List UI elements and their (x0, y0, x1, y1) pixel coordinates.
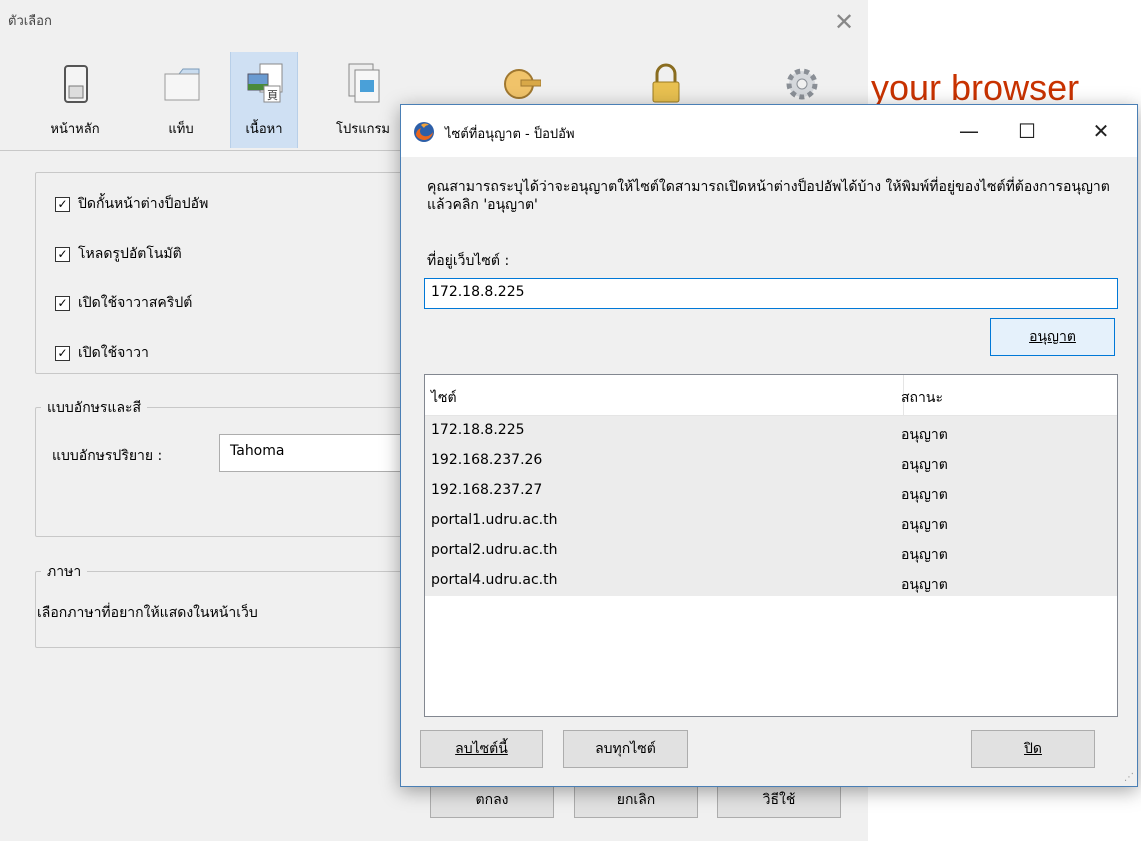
enable-java-label: เปิดใช้จาวา (78, 345, 149, 361)
site-cell: portal4.udru.ac.th (431, 572, 558, 588)
column-status-header[interactable]: สถานะ (901, 387, 943, 409)
status-cell: อนุญาต (901, 427, 948, 443)
status-cell: อนุญาต (901, 517, 948, 533)
toolbar-tabs[interactable]: แท็บ (148, 52, 214, 148)
table-row[interactable]: portal4.udru.ac.th อนุญาต (425, 566, 1117, 596)
sites-list-header: ไซต์ สถานะ (425, 375, 1117, 416)
minimize-icon[interactable]: — (949, 117, 989, 145)
dialog-description: คุณสามารถระบุได้ว่าจะอนุญาตให้ไซต์ใดสามา… (427, 179, 1110, 213)
block-popups-checkbox[interactable]: ✓ ปิดกั้นหน้าต่างป็อปอัพ (55, 193, 208, 215)
check-icon[interactable]: ✓ (55, 345, 70, 361)
status-cell: อนุญาต (901, 487, 948, 503)
site-cell: portal2.udru.ac.th (431, 542, 558, 558)
table-row[interactable]: 192.168.237.26 อนุญาต (425, 446, 1117, 476)
column-site-header[interactable]: ไซต์ (431, 387, 457, 409)
toolbar-applications[interactable]: โปรแกรม (330, 52, 396, 148)
content-icon: 頁 (247, 63, 283, 103)
toolbar-general[interactable]: หน้าหลัก (42, 52, 108, 148)
fonts-group (35, 407, 457, 537)
resize-grip-icon[interactable]: ⋰ (1124, 772, 1134, 783)
advanced-icon (786, 68, 818, 100)
check-icon[interactable]: ✓ (55, 246, 70, 262)
site-cell: 172.18.8.225 (431, 422, 525, 438)
load-images-checkbox[interactable]: ✓ โหลดรูปอัตโนมัติ (55, 243, 182, 265)
close-icon[interactable]: ✕ (1081, 117, 1121, 145)
enable-javascript-label: เปิดใช้จาวาสคริปต์ (78, 295, 193, 311)
language-description: เลือกภาษาที่อยากให้แสดงในหน้าเว็บ (37, 605, 258, 621)
allow-button-label: อนุญาต (1029, 329, 1076, 345)
general-icon (64, 65, 88, 103)
enable-javascript-checkbox[interactable]: ✓ เปิดใช้จาวาสคริปต์ (55, 292, 192, 314)
close-dialog-button[interactable]: ปิด (971, 730, 1095, 768)
toolbar-content-label: เนื้อหา (245, 122, 283, 137)
remove-site-label: ลบไซต์นี้ (455, 741, 508, 757)
sites-list[interactable]: ไซต์ สถานะ 172.18.8.225 อนุญาต 192.168.2… (424, 374, 1118, 717)
enable-java-checkbox[interactable]: ✓ เปิดใช้จาวา (55, 342, 149, 364)
allow-button[interactable]: อนุญาต (990, 318, 1115, 356)
remove-all-sites-label: ลบทุกไซต์ (595, 741, 656, 757)
default-font-label: แบบอักษรปริยาย : (52, 448, 163, 464)
default-font-select[interactable]: Tahoma (219, 434, 419, 472)
address-label: ที่อยู่เว็บไซต์ : (427, 253, 510, 269)
security-icon (652, 63, 680, 103)
fonts-group-legend: แบบอักษรและสี (41, 397, 148, 419)
check-icon[interactable]: ✓ (55, 295, 70, 311)
site-cell: 192.168.237.26 (431, 452, 543, 468)
load-images-label: โหลดรูปอัตโนมัติ (78, 246, 182, 262)
toolbar-tabs-label: แท็บ (168, 122, 194, 137)
maximize-icon[interactable]: ☐ (1007, 117, 1047, 145)
firefox-icon (414, 122, 434, 142)
toolbar-content[interactable]: 頁 เนื้อหา (230, 52, 298, 148)
table-row[interactable]: portal1.udru.ac.th อนุญาต (425, 506, 1117, 536)
allowed-sites-dialog: ไซต์ที่อนุญาต - ป็อปอัพ — ☐ ✕ คุณสามารถร… (400, 104, 1138, 787)
table-row[interactable]: 172.18.8.225 อนุญาต (425, 416, 1117, 446)
table-row[interactable]: portal2.udru.ac.th อนุญาต (425, 536, 1117, 566)
site-cell: 192.168.237.27 (431, 482, 543, 498)
close-dialog-label: ปิด (1024, 741, 1042, 757)
table-row[interactable]: 192.168.237.27 อนุญาต (425, 476, 1117, 506)
site-cell: portal1.udru.ac.th (431, 512, 558, 528)
toolbar-general-label: หน้าหลัก (50, 122, 100, 137)
applications-icon (348, 63, 380, 103)
options-window-title: ตัวเลือก (8, 14, 52, 29)
language-group-legend: ภาษา (41, 561, 88, 583)
dialog-titlebar[interactable]: ไซต์ที่อนุญาต - ป็อปอัพ — ☐ ✕ (401, 105, 1137, 157)
status-cell: อนุญาต (901, 547, 948, 563)
remove-all-sites-button[interactable]: ลบทุกไซต์ (563, 730, 688, 768)
remove-site-button[interactable]: ลบไซต์นี้ (420, 730, 543, 768)
status-cell: อนุญาต (901, 577, 948, 593)
toolbar-applications-label: โปรแกรม (335, 122, 391, 137)
svg-text:頁: 頁 (267, 89, 278, 102)
site-brand-text: your browser (871, 67, 1080, 108)
check-icon[interactable]: ✓ (55, 196, 70, 212)
options-close-icon[interactable]: ✕ (834, 10, 854, 34)
status-cell: อนุญาต (901, 457, 948, 473)
tabs-icon (164, 68, 200, 101)
dialog-title: ไซต์ที่อนุญาต - ป็อปอัพ (445, 127, 575, 142)
privacy-icon (504, 69, 541, 99)
block-popups-label: ปิดกั้นหน้าต่างป็อปอัพ (78, 196, 209, 212)
address-input[interactable]: 172.18.8.225 (424, 278, 1118, 309)
